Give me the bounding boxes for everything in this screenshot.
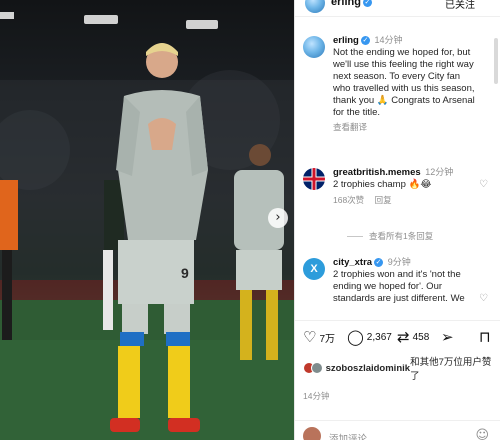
- likes-count: 7万: [319, 334, 336, 345]
- avatar[interactable]: [303, 168, 325, 190]
- repost-button[interactable]: ⇄ 458: [397, 330, 429, 345]
- emoji-icon[interactable]: ☺: [475, 428, 489, 440]
- header-username[interactable]: erling ✓: [331, 0, 372, 8]
- avatar: [303, 427, 321, 440]
- share-button[interactable]: ➢: [441, 330, 454, 345]
- comment-composer: 添加评论… ☺: [295, 420, 500, 440]
- follow-status-button[interactable]: 已关注: [445, 0, 475, 11]
- comment-text: 2 trophies champ 🔥😂: [333, 179, 432, 190]
- post-photo: 9 ›: [0, 0, 294, 440]
- verified-badge-icon: ✓: [360, 36, 370, 45]
- liked-by-suffix[interactable]: 和其他7万位用户赞了: [410, 354, 499, 382]
- comment-body: greatbritish.memes 12分钟 2 trophies champ…: [333, 166, 479, 206]
- caption-username[interactable]: erling: [333, 35, 359, 46]
- repost-icon: ⇄: [397, 328, 410, 346]
- caption-body: erling ✓ 14分钟 Not the ending we hoped for…: [333, 34, 479, 133]
- avatar[interactable]: [305, 0, 325, 13]
- verified-badge-icon: ✓: [362, 0, 372, 7]
- comment-username[interactable]: greatbritish.memes: [333, 167, 421, 178]
- post-image: 9: [0, 12, 294, 440]
- comments-count: 2,367: [366, 332, 392, 343]
- comment-time: 9分钟: [387, 257, 411, 267]
- caption-time: 14分钟: [374, 35, 403, 45]
- heart-icon[interactable]: ♡: [479, 180, 489, 190]
- comment-icon: ◯: [347, 328, 364, 346]
- chevron-right-icon[interactable]: ›: [268, 208, 288, 228]
- comment-button[interactable]: ◯ 2,367: [347, 330, 392, 345]
- heart-icon[interactable]: ♡: [479, 294, 489, 304]
- liked-by-avatars: [303, 362, 323, 374]
- see-translation-link[interactable]: 查看翻译: [333, 122, 367, 132]
- scrollbar[interactable]: [494, 38, 498, 84]
- heart-icon: ♡: [303, 328, 317, 346]
- avatar[interactable]: [303, 36, 325, 58]
- reply-button[interactable]: 回复: [375, 195, 392, 205]
- avatar[interactable]: X: [303, 258, 325, 280]
- comment-username[interactable]: city_xtra: [333, 257, 372, 268]
- view-replies-button[interactable]: 查看所有1条回复: [347, 230, 433, 242]
- reposts-count: 458: [412, 332, 430, 343]
- jersey-number: 9: [181, 265, 189, 281]
- header-username-text[interactable]: erling: [331, 0, 361, 8]
- post-panel: erling ✓ 已关注 erling ✓ 14分钟 Not the ending …: [294, 0, 500, 440]
- share-icon: ➢: [441, 328, 454, 346]
- comment-body: city_xtra ✓ 9分钟 2 trophies won and it's '…: [333, 256, 479, 305]
- save-button[interactable]: ⊓: [479, 330, 491, 345]
- post-header: erling ✓ 已关注: [295, 0, 500, 17]
- bookmark-icon: ⊓: [479, 328, 491, 346]
- comment-input[interactable]: 添加评论…: [329, 431, 377, 440]
- liked-by-username[interactable]: szoboszlaidominik: [326, 363, 410, 374]
- post-timestamp: 14分钟: [303, 391, 330, 401]
- comment-time: 12分钟: [425, 167, 454, 177]
- like-button[interactable]: ♡ 7万: [303, 328, 336, 346]
- comment-text: 2 trophies won and it's 'not the ending …: [333, 269, 465, 304]
- action-bar: ♡ 7万 ◯ 2,367 ⇄ 458 ➢ ⊓: [295, 320, 500, 356]
- comment-like-count[interactable]: 168次赞: [333, 195, 364, 205]
- caption-text: Not the ending we hoped for, but we'll u…: [333, 47, 475, 118]
- liked-by: szoboszlaidominik 和其他7万位用户赞了: [303, 354, 499, 382]
- verified-badge-icon: ✓: [374, 258, 384, 267]
